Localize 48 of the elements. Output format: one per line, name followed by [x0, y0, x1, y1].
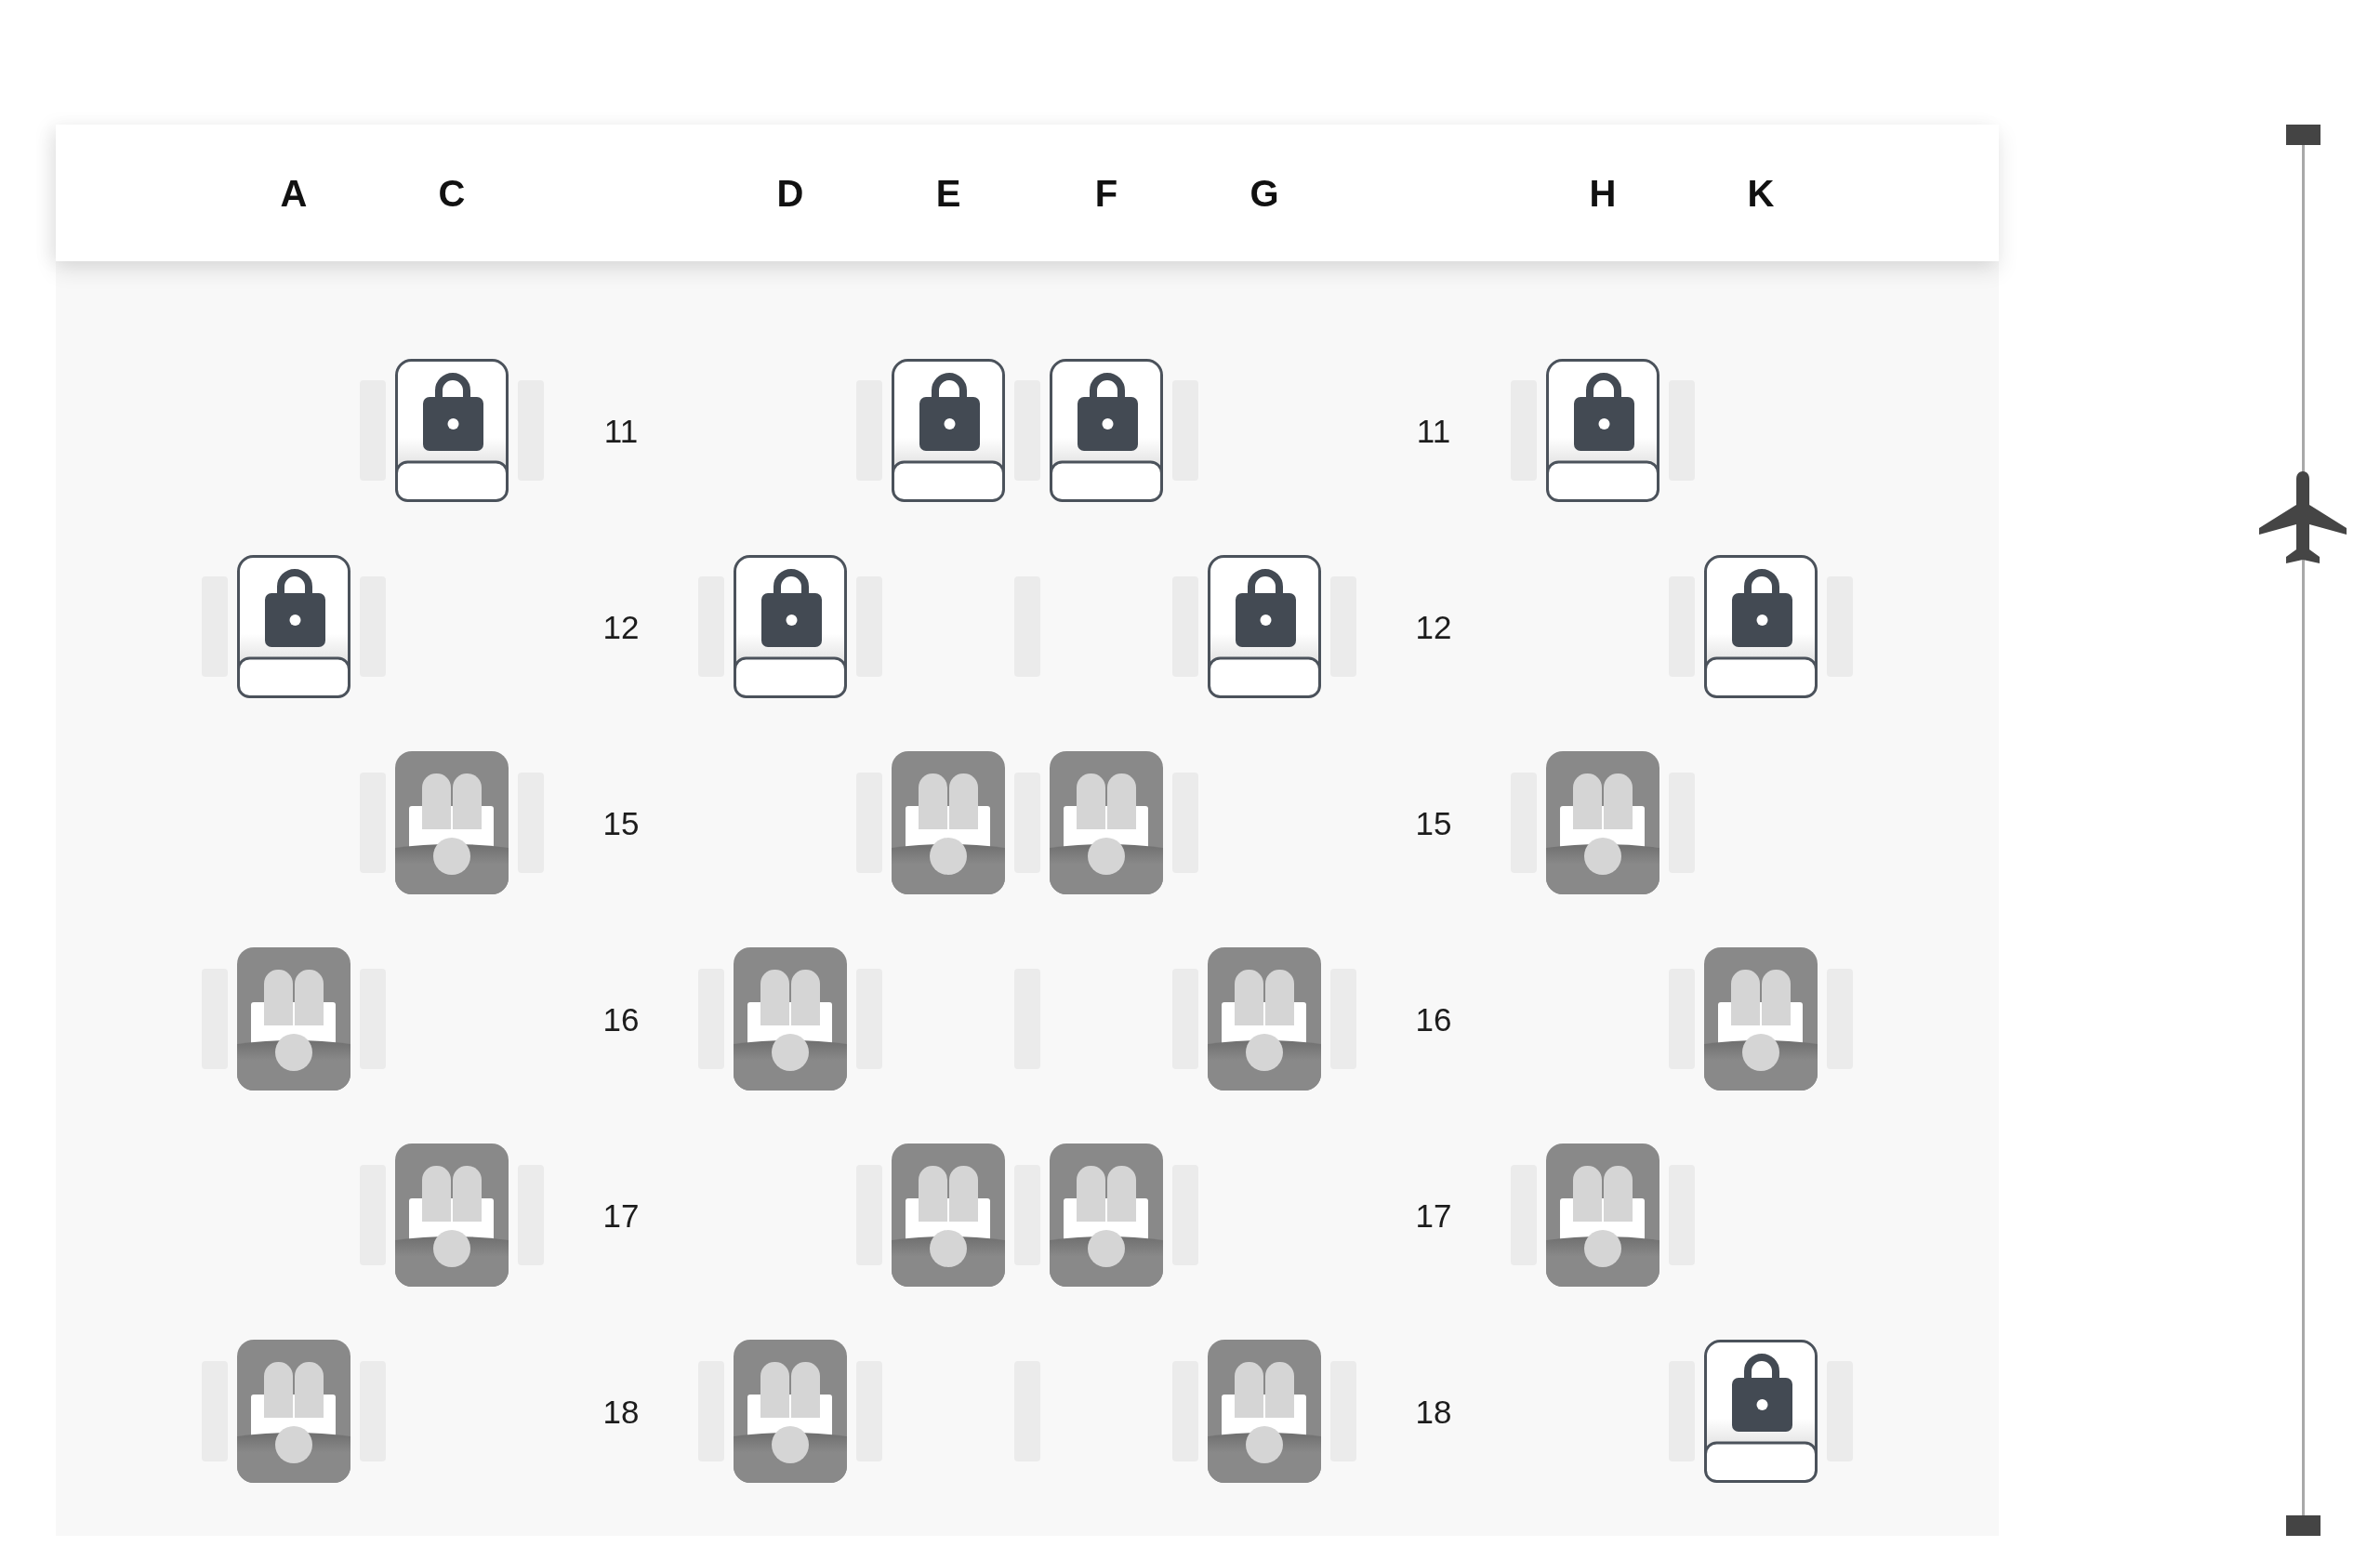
row-number: 16 [1415, 1002, 1452, 1036]
occupied-seat-icon[interactable] [1208, 1340, 1321, 1483]
column-letter: A [280, 174, 308, 212]
locked-seat-icon[interactable] [1050, 359, 1163, 502]
position-track[interactable] [2301, 145, 2305, 1515]
locked-seat-icon[interactable] [237, 555, 350, 698]
occupied-seat-icon[interactable] [1546, 1144, 1659, 1287]
row-number: 15 [1415, 806, 1452, 839]
occupied-seat-icon[interactable] [237, 947, 350, 1091]
track-end-icon [2285, 1515, 2320, 1536]
column-letter: G [1250, 174, 1279, 212]
row-number: 15 [602, 806, 640, 839]
occupied-seat-icon[interactable] [1208, 947, 1321, 1091]
row-number: 18 [1415, 1395, 1452, 1428]
track-end-icon [2285, 125, 2320, 145]
row-number: 17 [1415, 1198, 1452, 1232]
locked-seat-icon[interactable] [395, 359, 509, 502]
occupied-seat-icon[interactable] [1050, 1144, 1163, 1287]
occupied-seat-icon[interactable] [734, 947, 847, 1091]
column-letter: F [1094, 174, 1118, 212]
row-number: 12 [602, 610, 640, 643]
occupied-seat-icon[interactable] [237, 1340, 350, 1483]
occupied-seat-icon[interactable] [395, 1144, 509, 1287]
row-number: 17 [602, 1198, 640, 1232]
occupied-seat-icon[interactable] [1546, 751, 1659, 894]
column-letter: D [776, 174, 804, 212]
airplane-icon[interactable] [2258, 471, 2347, 564]
locked-seat-icon[interactable] [1704, 1340, 1818, 1483]
locked-seat-icon[interactable] [1704, 555, 1818, 698]
row-number: 11 [1416, 414, 1451, 447]
row-number: 11 [603, 414, 639, 447]
occupied-seat-icon[interactable] [395, 751, 509, 894]
locked-seat-icon[interactable] [1546, 359, 1659, 502]
column-letter: H [1589, 174, 1617, 212]
occupied-seat-icon[interactable] [734, 1340, 847, 1483]
row-number: 16 [602, 1002, 640, 1036]
column-letter: K [1747, 174, 1775, 212]
row-number: 18 [602, 1395, 640, 1428]
locked-seat-icon[interactable] [1208, 555, 1321, 698]
occupied-seat-icon[interactable] [1050, 751, 1163, 894]
locked-seat-icon[interactable] [892, 359, 1005, 502]
column-letter: C [438, 174, 466, 212]
locked-seat-icon[interactable] [734, 555, 847, 698]
occupied-seat-icon[interactable] [1704, 947, 1818, 1091]
occupied-seat-icon[interactable] [892, 751, 1005, 894]
column-letter: E [935, 174, 961, 212]
row-number: 12 [1415, 610, 1452, 643]
occupied-seat-icon[interactable] [892, 1144, 1005, 1287]
